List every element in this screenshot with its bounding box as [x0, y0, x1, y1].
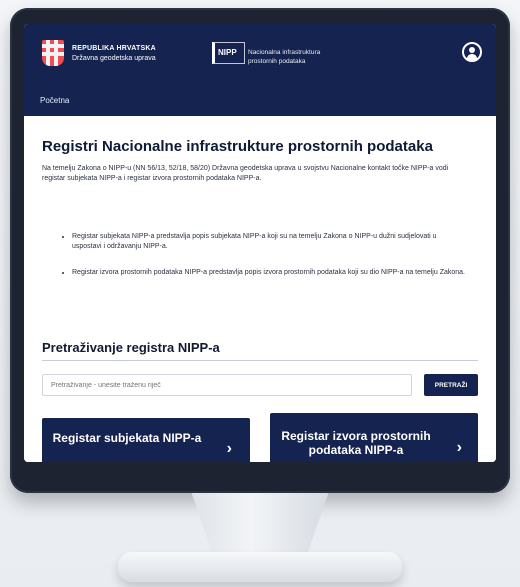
main-content: Registri Nacionalne infrastrukture prost…: [24, 116, 496, 462]
breadcrumb-home[interactable]: Početna: [40, 96, 69, 105]
nipp-desc-line-2: prostornih podataka: [248, 58, 306, 65]
breadcrumb: Početna: [24, 86, 496, 116]
bullet-item-2: Registar izvora prostornih podataka NIPP…: [72, 268, 468, 278]
brand-text: REPUBLIKA HRVATSKA Državna geodetska upr…: [72, 44, 156, 64]
bullet-item-1: Registar subjekata NIPP-a predstavlja po…: [72, 232, 468, 252]
section-divider: [42, 360, 478, 361]
monitor-neck: [191, 493, 329, 555]
chevron-right-icon: ›: [226, 440, 232, 457]
search-input[interactable]: [42, 374, 412, 396]
intro-text: Na temelju Zakona o NIPP-u (NN 56/13, 52…: [42, 165, 449, 182]
nipp-desc-line-1: Nacionalna infrastruktura: [248, 49, 321, 56]
nipp-logo: NIPP: [212, 42, 245, 64]
register-sources-button[interactable]: Registar izvora prostornih podataka NIPP…: [270, 413, 478, 462]
nipp-description: Nacionalna infrastruktura prostornih pod…: [248, 48, 320, 66]
register-subjects-button[interactable]: Registar subjekata NIPP-a ›: [42, 418, 250, 462]
croatia-crest-icon: [42, 40, 64, 66]
search-heading: Pretraživanje registra NIPP-a: [42, 340, 220, 355]
register-sources-label: Registar izvora prostornih podataka NIPP…: [281, 429, 431, 457]
top-header: REPUBLIKA HRVATSKA Državna geodetska upr…: [24, 24, 496, 86]
info-bullets: Registar subjekata NIPP-a predstavlja po…: [58, 232, 468, 294]
monitor-frame: REPUBLIKA HRVATSKA Državna geodetska upr…: [10, 8, 510, 493]
monitor-base: [118, 552, 402, 582]
page-title: Registri Nacionalne infrastrukture prost…: [42, 138, 433, 155]
screen: REPUBLIKA HRVATSKA Državna geodetska upr…: [24, 24, 496, 462]
register-subjects-label: Registar subjekata NIPP-a: [52, 431, 202, 445]
brand-line-1: REPUBLIKA HRVATSKA: [72, 45, 156, 52]
user-icon[interactable]: [462, 42, 482, 62]
search-row: PRETRAŽI: [42, 374, 478, 396]
chevron-right-icon: ›: [456, 439, 462, 456]
search-button[interactable]: PRETRAŽI: [424, 374, 478, 396]
brand-line-2: Državna geodetska uprava: [72, 55, 156, 62]
